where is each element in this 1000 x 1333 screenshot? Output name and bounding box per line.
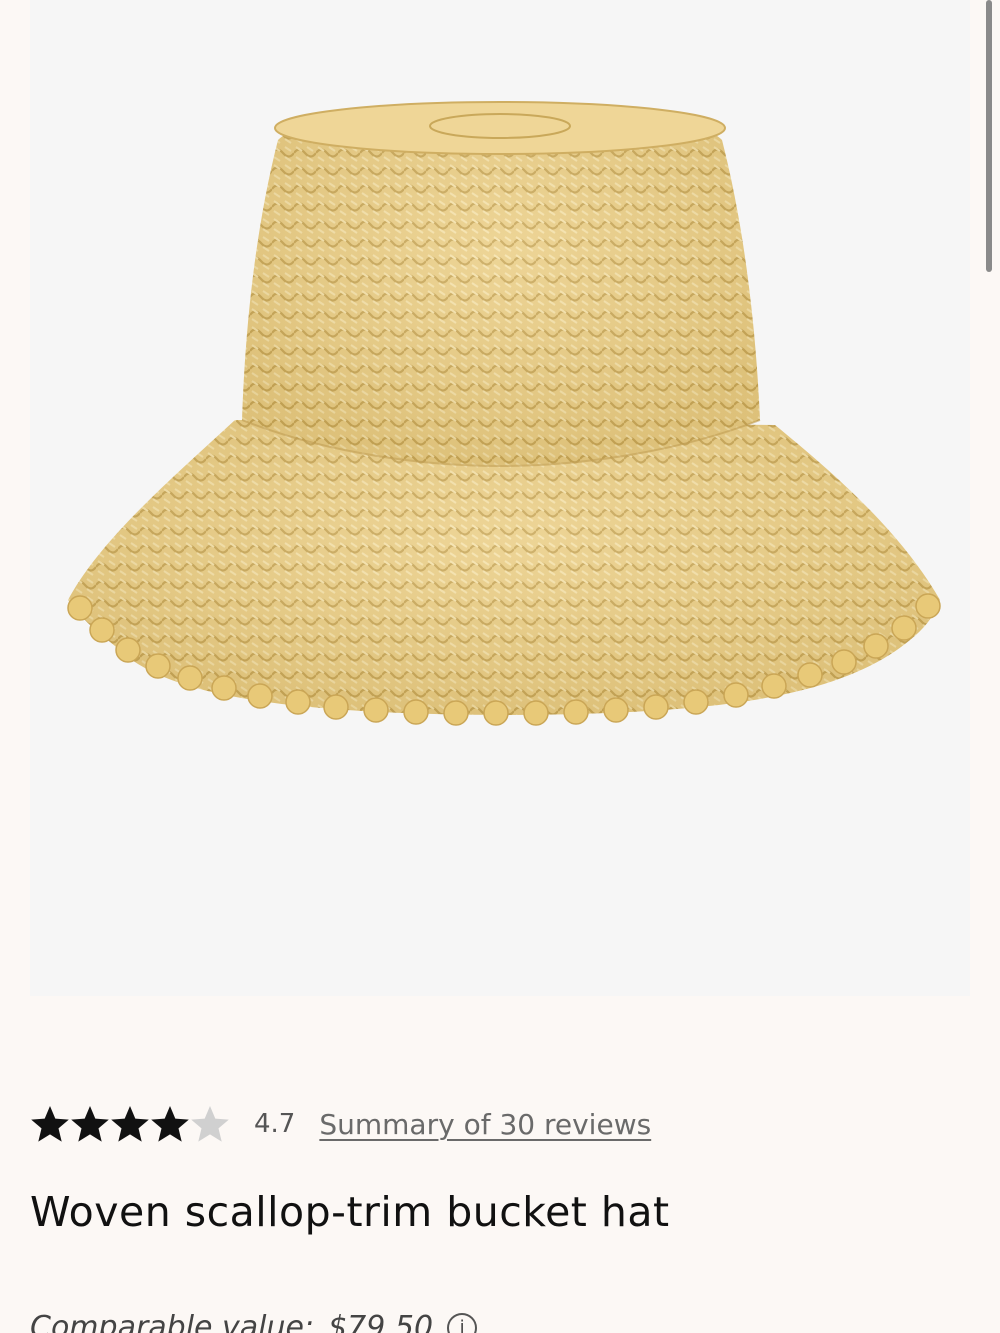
product-title: Woven scallop-trim bucket hat xyxy=(30,1188,670,1236)
star-rating xyxy=(30,1104,240,1144)
star-icon xyxy=(71,1106,109,1142)
rating-value: 4.7 xyxy=(254,1109,296,1139)
comparable-value-price: $79.50 xyxy=(328,1310,434,1333)
partial-star-icon xyxy=(191,1106,229,1142)
star-icon xyxy=(151,1106,189,1142)
rating-row: 4.7 Summary of 30 reviews xyxy=(30,1100,651,1148)
scrollbar[interactable] xyxy=(986,0,992,272)
bucket-hat-illustration xyxy=(67,101,941,726)
star-icon xyxy=(31,1106,69,1142)
product-page: 4.7 Summary of 30 reviews Woven scallop-… xyxy=(0,0,1000,1333)
comparable-value-label: Comparable value: xyxy=(30,1310,315,1333)
product-image[interactable] xyxy=(30,0,970,996)
info-icon[interactable]: i xyxy=(447,1312,478,1333)
reviews-summary-link[interactable]: Summary of 30 reviews xyxy=(319,1108,651,1141)
comparable-value-row: Comparable value: $79.50 i xyxy=(30,1310,478,1333)
star-icon xyxy=(111,1106,149,1142)
